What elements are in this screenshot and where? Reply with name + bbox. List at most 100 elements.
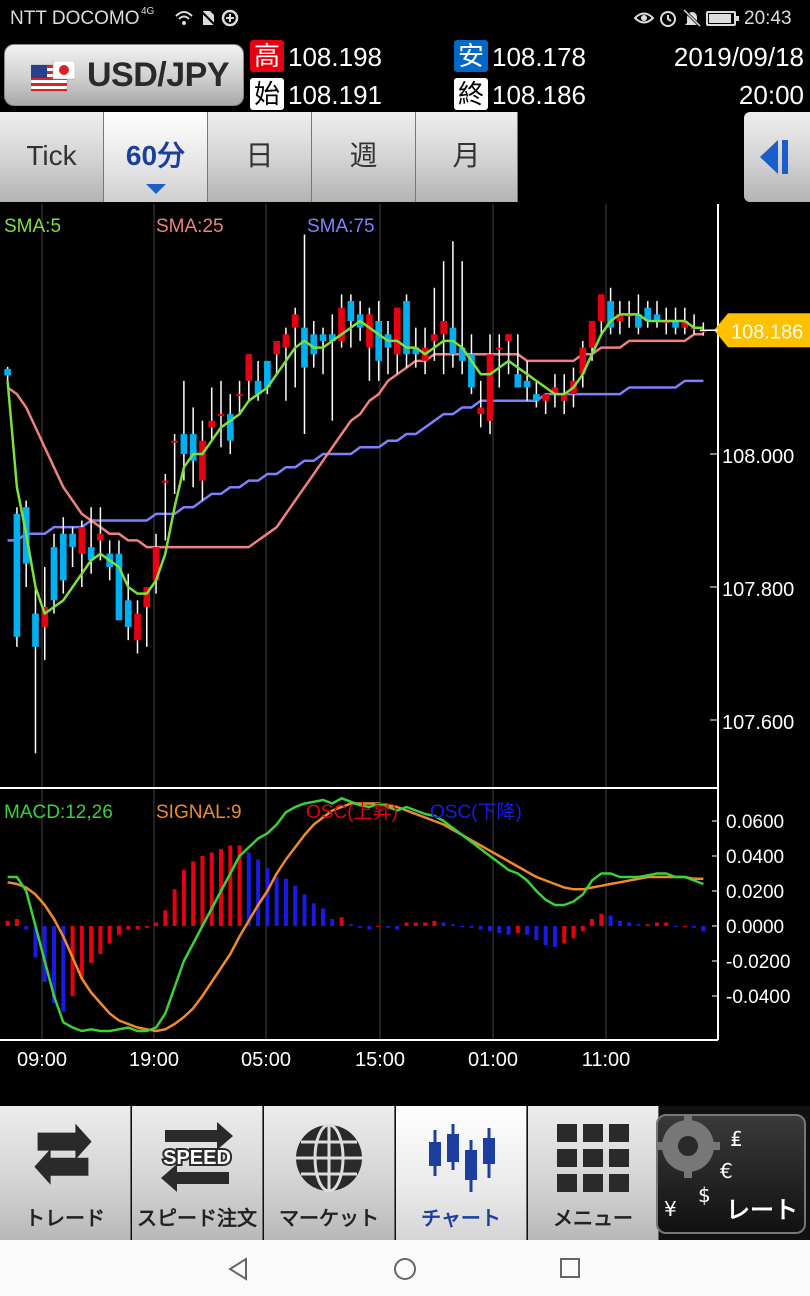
osc-bar	[116, 926, 121, 935]
candle-down	[375, 321, 383, 361]
svg-text:₤: ₤	[730, 1127, 743, 1151]
candle-up	[282, 334, 290, 348]
svg-text:$: $	[698, 1183, 711, 1207]
osc-bar	[172, 889, 177, 926]
osc-bar	[441, 922, 446, 926]
tab-week[interactable]: 週	[312, 112, 416, 202]
nav-menu[interactable]: メニュー	[528, 1106, 659, 1240]
candle-up	[199, 440, 206, 481]
speed-text: SPEED	[163, 1147, 231, 1169]
x-tick-label: 09:00	[17, 1049, 67, 1071]
candle-up	[134, 613, 141, 641]
candle-up	[495, 347, 503, 350]
nav-label: メニュー	[553, 1208, 633, 1230]
osc-bar	[506, 926, 511, 935]
quote-header: USD/JPY 高 108.198 始 108.191 安 108.178 終 …	[0, 38, 810, 112]
osc-bar	[636, 924, 641, 926]
tab-label: 月	[452, 140, 481, 171]
candle-down	[69, 533, 76, 548]
candle-down	[533, 394, 540, 401]
tab-month[interactable]: 月	[416, 112, 518, 202]
tab-label: Tick	[26, 140, 77, 171]
osc-bar	[246, 852, 251, 926]
candle-up	[273, 340, 280, 355]
high-value: 108.198	[288, 42, 382, 72]
candle-down	[50, 547, 58, 601]
osc-bar	[79, 926, 84, 979]
candle-up	[78, 527, 86, 554]
network-badge: 4G	[141, 6, 155, 17]
osc-bar	[293, 885, 298, 926]
candle-up	[208, 420, 216, 428]
candle-down	[514, 374, 522, 388]
nav-trade[interactable]: トレード	[0, 1106, 131, 1240]
candle-up	[440, 321, 447, 335]
candle-down	[124, 600, 132, 627]
candle-down	[115, 553, 123, 621]
osc-bar	[534, 926, 539, 940]
home-icon[interactable]	[392, 1256, 418, 1282]
open-value: 108.191	[288, 80, 382, 110]
sma75-line	[7, 379, 704, 542]
osc-bar	[302, 894, 307, 926]
candle-up	[542, 394, 550, 401]
osc-bar	[423, 922, 428, 926]
osc-bar	[135, 926, 140, 930]
nav-speed-order[interactable]: SPEED スピード注文	[132, 1106, 263, 1240]
tab-60min[interactable]: 60分	[104, 112, 208, 202]
sma75-line-group	[7, 379, 704, 542]
candle-up	[477, 407, 485, 415]
current-price-label: 108.186	[731, 321, 803, 343]
macd-legend-item: MACD:12,26	[4, 802, 113, 823]
macd-y-tick-label: 0.0200	[726, 882, 784, 903]
svg-text:¥: ¥	[664, 1197, 677, 1221]
osc-bar	[163, 910, 168, 926]
osc-bar	[126, 926, 131, 930]
osc-bar	[682, 926, 687, 927]
tab-tick[interactable]: Tick	[0, 112, 104, 202]
osc-bar	[460, 926, 465, 927]
collapse-panel-button[interactable]	[744, 112, 810, 202]
candle-down	[4, 368, 11, 376]
candle-up	[486, 354, 494, 421]
osc-bar	[321, 908, 326, 926]
x-tick-label: 05:00	[241, 1049, 291, 1071]
nav-market[interactable]: マーケット	[264, 1106, 395, 1240]
y-tick-label: 107.800	[722, 579, 794, 601]
macd-legend-item: OSC(上昇)	[306, 801, 398, 823]
trade-arrows-icon	[34, 1123, 92, 1185]
candle-up	[366, 314, 373, 348]
osc-bar	[89, 926, 94, 963]
sma-legend-item: SMA:75	[307, 216, 375, 237]
signal-line	[7, 802, 704, 1033]
recents-icon[interactable]	[558, 1256, 582, 1280]
candle-down	[523, 380, 531, 388]
osc-bar	[154, 922, 159, 926]
data-saver-icon	[220, 8, 240, 28]
tab-day[interactable]: 日	[208, 112, 312, 202]
candle-down	[319, 334, 327, 341]
macd-panel	[5, 797, 706, 1033]
svg-text:€: €	[720, 1159, 733, 1183]
battery-icon	[706, 11, 739, 26]
alarm-icon	[658, 8, 678, 28]
candle-up	[217, 414, 225, 417]
back-icon[interactable]	[226, 1256, 252, 1282]
nav-label: マーケット	[279, 1208, 379, 1230]
candle-down	[301, 327, 308, 368]
nav-chart[interactable]: チャート	[396, 1106, 527, 1240]
rate-button[interactable]: ₤ € $ ¥ レート	[656, 1114, 806, 1234]
osc-bar	[617, 920, 622, 926]
tab-label: 60分	[125, 140, 186, 171]
candle-down	[347, 301, 355, 321]
candle-up	[245, 354, 253, 381]
macd-legend-item: SIGNAL:9	[156, 802, 242, 823]
sma5-line-group	[6, 313, 704, 615]
close-value: 108.186	[492, 80, 586, 110]
currency-pair-button[interactable]: USD/JPY	[4, 44, 244, 106]
price-chart[interactable]: 108.000 107.800 107.600 0.0600 0.0400 0.0200 0…	[0, 204, 810, 1106]
sma25-line-group	[6, 333, 704, 549]
wifi-icon	[174, 8, 194, 28]
speed-order-icon: SPEED	[161, 1122, 233, 1192]
osc-bar	[24, 926, 29, 930]
